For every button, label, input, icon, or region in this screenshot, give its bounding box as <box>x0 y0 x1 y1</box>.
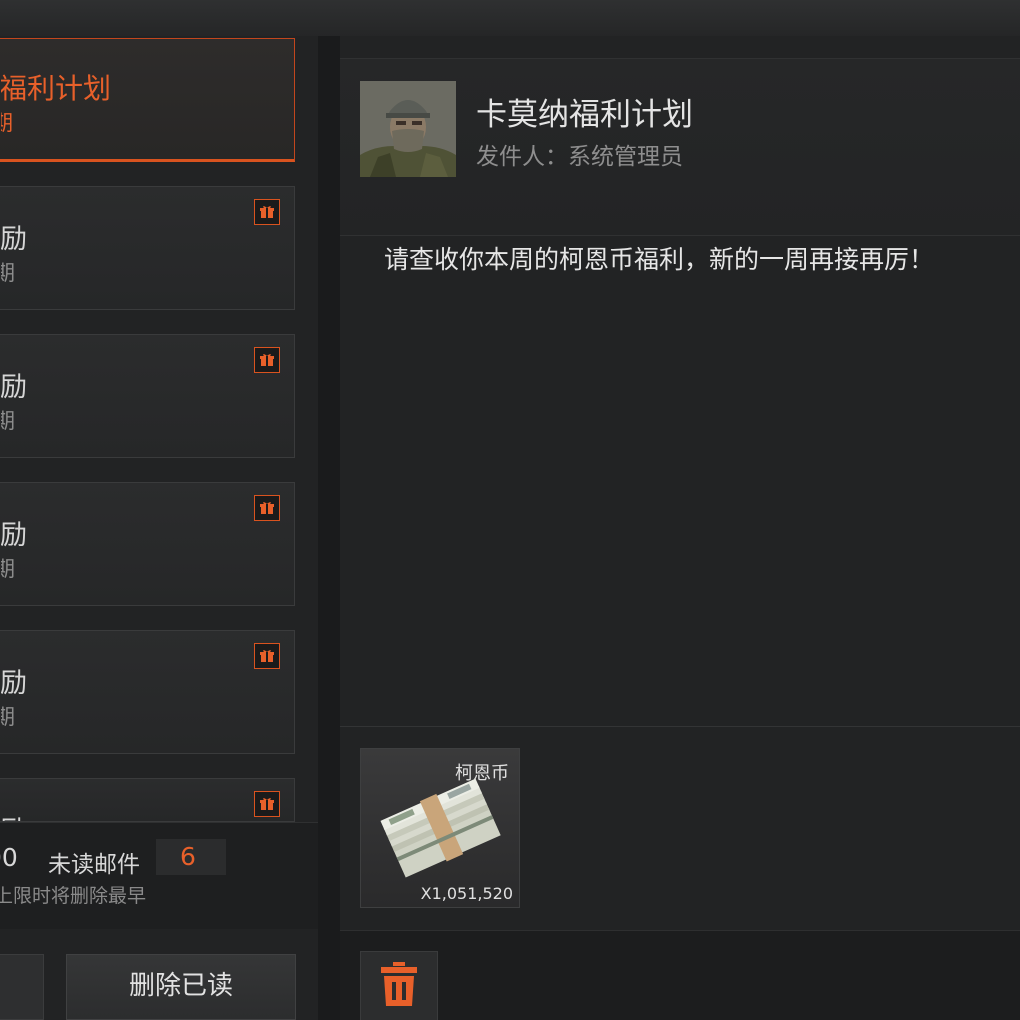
mail-item-title: 纳福利计划 <box>1 72 112 105</box>
mail-list-item[interactable]: 奖励 过期 <box>0 186 295 310</box>
mail-list-item[interactable]: 奖励 过期 <box>0 334 295 458</box>
gift-icon <box>254 791 280 817</box>
mail-detail-panel: 卡莫纳福利计划 发件人：系统管理员 请查收你本周的柯恩币福利，新的一周再接再厉！… <box>340 36 1020 1020</box>
cash-bundle-icon <box>375 777 507 885</box>
gift-icon <box>254 495 280 521</box>
attachment-item[interactable]: 柯恩币 X1,051,520 <box>360 748 520 908</box>
delete-read-button[interactable]: 删除已读 <box>66 954 296 1020</box>
mail-count: 00 <box>0 843 18 872</box>
mail-sender: 发件人：系统管理员 <box>476 144 683 170</box>
mail-item-title: 奖励 <box>1 668 27 699</box>
mail-item-title: 奖励 <box>1 520 27 551</box>
mail-screen: 纳福利计划 过期 奖励 过期 奖励 过期 奖励 <box>0 0 1020 1020</box>
detail-action-bar <box>340 930 1020 1020</box>
gift-icon <box>254 199 280 225</box>
mail-item-status: 过期 <box>1 257 15 287</box>
unread-label: 未读邮件 <box>48 852 140 878</box>
trash-icon <box>379 962 419 1010</box>
soldier-avatar <box>360 81 456 177</box>
mail-detail-header: 卡莫纳福利计划 发件人：系统管理员 <box>340 58 1020 236</box>
delete-all-button[interactable] <box>0 954 44 1020</box>
gift-icon <box>254 347 280 373</box>
mailbox-status: 00 未读邮件 6 上限时将删除最早 <box>0 822 318 929</box>
mail-item-status: 过期 <box>1 107 13 137</box>
mail-item-status: 过期 <box>1 553 15 583</box>
panel-divider <box>318 36 340 1020</box>
unread-count: 6 <box>156 839 226 875</box>
mail-list-item[interactable]: 奖励 过期 <box>0 482 295 606</box>
attachment-divider <box>340 726 1020 727</box>
attachment-quantity: X1,051,520 <box>420 884 513 903</box>
mail-subject: 卡莫纳福利计划 <box>476 97 693 133</box>
mail-item-status: 过期 <box>1 701 15 731</box>
mail-list-item-selected[interactable]: 纳福利计划 过期 <box>0 38 295 162</box>
gift-icon <box>254 643 280 669</box>
limit-note: 上限时将删除最早 <box>0 885 147 907</box>
mail-list-item[interactable]: 奖励 过期 <box>0 630 295 754</box>
mail-item-title: 奖励 <box>1 809 27 821</box>
delete-mail-button[interactable] <box>360 951 438 1020</box>
top-bar <box>0 0 1020 36</box>
mail-item-status: 过期 <box>1 405 15 435</box>
mail-item-title: 奖励 <box>1 224 27 255</box>
mail-list-item[interactable]: 奖励 <box>0 778 295 822</box>
mail-item-title: 奖励 <box>1 372 27 403</box>
mail-body: 请查收你本周的柯恩币福利，新的一周再接再厉！ <box>384 245 935 274</box>
